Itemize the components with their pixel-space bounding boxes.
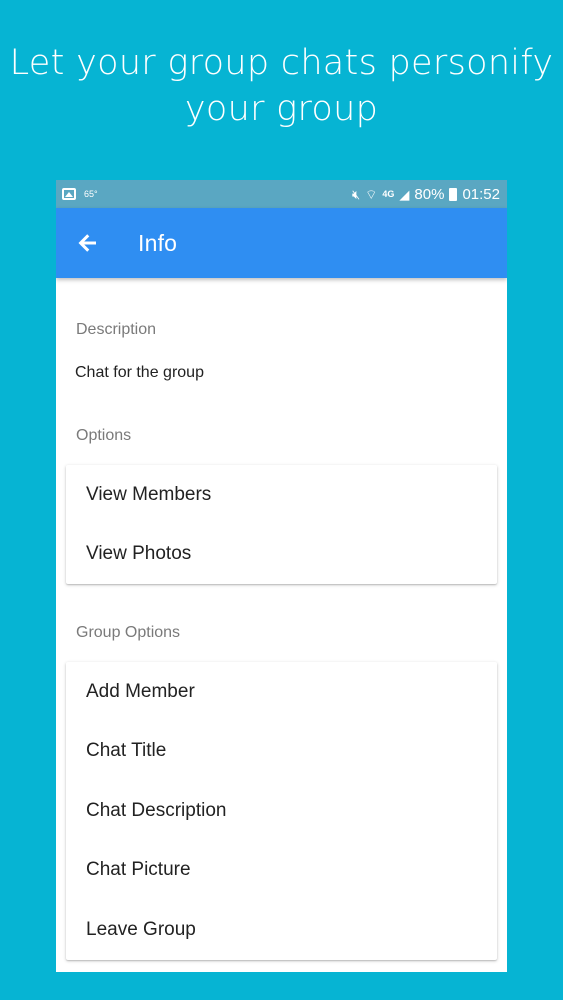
leave-group-button[interactable]: Leave Group xyxy=(66,900,497,960)
description-text: Chat for the group xyxy=(75,364,204,381)
clock-time: 01:52 xyxy=(462,185,500,203)
view-photos-button[interactable]: View Photos xyxy=(66,525,497,585)
view-members-button[interactable]: View Members xyxy=(66,465,497,525)
status-bar: 65° 🔇︎ ⌔ 4G ◢ 80% 01:52 xyxy=(56,180,507,208)
arrow-left-icon[interactable] xyxy=(76,231,100,255)
temperature-text: 65° xyxy=(84,189,98,199)
chat-picture-button[interactable]: Chat Picture xyxy=(66,841,497,901)
info-content: Description Chat for the group Options V… xyxy=(56,321,507,960)
signal-icon: ◢ xyxy=(399,186,410,202)
description-label: Description xyxy=(76,321,157,338)
promo-line-2: your group xyxy=(184,89,379,129)
group-options-card: Add Member Chat Title Chat Description C… xyxy=(66,662,497,960)
options-label: Options xyxy=(76,427,132,444)
gallery-icon xyxy=(62,188,76,200)
network-type: 4G xyxy=(382,188,395,199)
group-options-label: Group Options xyxy=(76,624,181,641)
chat-title-button[interactable]: Chat Title xyxy=(66,722,497,782)
battery-percent: 80% xyxy=(414,185,445,203)
page-title: Info xyxy=(138,229,178,256)
options-card: View Members View Photos xyxy=(66,465,497,584)
promo-headline: Let your group chats personify your grou… xyxy=(0,40,563,132)
chat-description-button[interactable]: Chat Description xyxy=(66,781,497,841)
phone-screen: 65° 🔇︎ ⌔ 4G ◢ 80% 01:52 Info Description… xyxy=(56,180,507,972)
promo-line-1: Let your group chats personify xyxy=(9,43,554,83)
battery-icon xyxy=(449,187,458,201)
app-bar: Info xyxy=(56,208,507,278)
mute-icon: 🔇︎ xyxy=(351,186,361,202)
add-member-button[interactable]: Add Member xyxy=(66,662,497,722)
wifi-icon: ⌔ xyxy=(365,186,378,202)
